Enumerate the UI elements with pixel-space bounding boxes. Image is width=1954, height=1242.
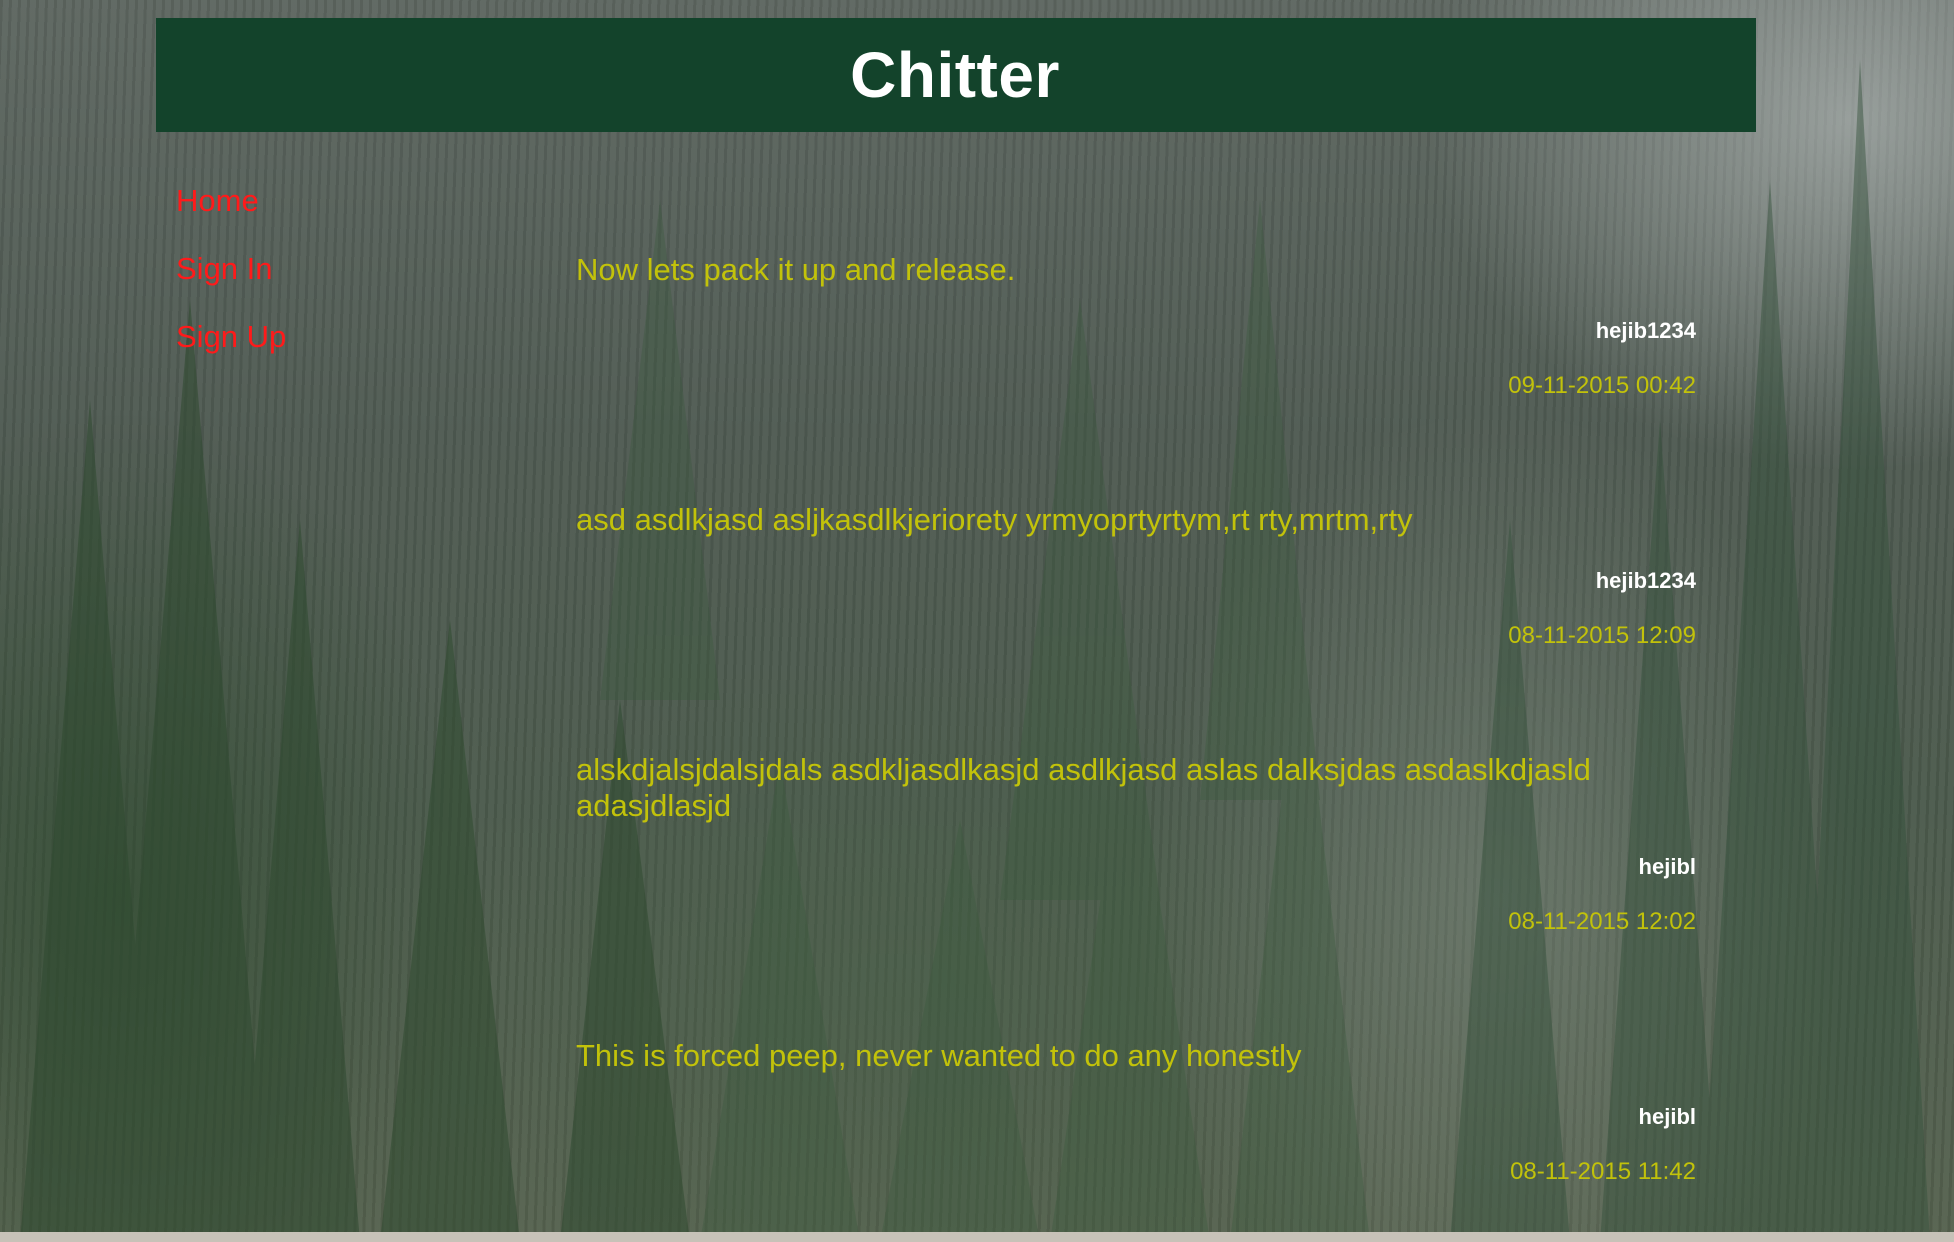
main-nav: Home Sign In Sign Up <box>176 180 286 384</box>
site-title: Chitter <box>850 39 1060 111</box>
peep-timestamp: 09-11-2015 00:42 <box>1508 372 1696 399</box>
peep-item: Now lets pack it up and release. hejib12… <box>576 252 1696 400</box>
nav-link-home[interactable]: Home <box>176 180 286 248</box>
peep-author: hejib1234 <box>1595 568 1696 593</box>
underlying-page-strip <box>0 1232 1954 1242</box>
nav-link-sign-in[interactable]: Sign In <box>176 248 286 316</box>
peep-text: Now lets pack it up and release. <box>576 252 1016 287</box>
peep-text: alskdjalsjdalsjdals asdkljasdlkasjd asdl… <box>576 752 1591 823</box>
peep-author: hejib1234 <box>1595 318 1696 343</box>
peep-timestamp: 08-11-2015 12:09 <box>1508 622 1696 649</box>
peep-author: hejibl <box>1638 1104 1696 1129</box>
peep-item: asd asdlkjasd asljkasdlkjeriorety yrmyop… <box>576 502 1696 650</box>
peep-timestamp: 08-11-2015 12:02 <box>1508 908 1696 935</box>
peep-timestamp: 08-11-2015 11:42 <box>1510 1158 1696 1185</box>
peep-item: alskdjalsjdalsjdals asdkljasdlkasjd asdl… <box>576 752 1696 936</box>
site-header: Chitter <box>156 18 1756 132</box>
nav-link-sign-up[interactable]: Sign Up <box>176 316 286 384</box>
peep-author: hejibl <box>1638 854 1696 879</box>
peep-text: This is forced peep, never wanted to do … <box>576 1038 1302 1073</box>
peep-item: This is forced peep, never wanted to do … <box>576 1038 1696 1186</box>
peep-text: asd asdlkjasd asljkasdlkjeriorety yrmyop… <box>576 502 1413 537</box>
